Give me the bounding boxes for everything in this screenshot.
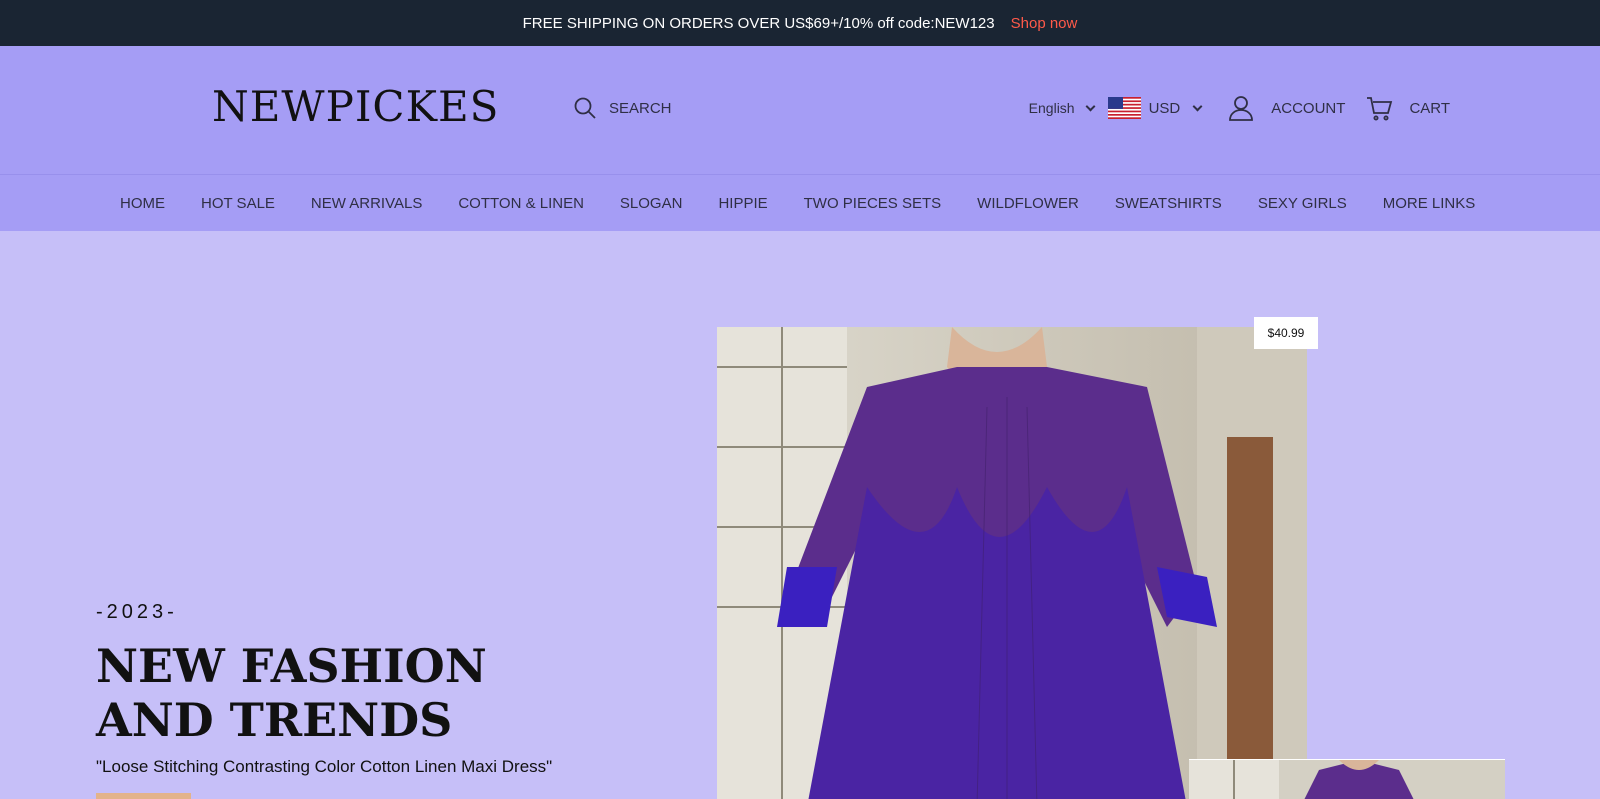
us-flag-icon (1107, 97, 1141, 119)
account-label: ACCOUNT (1271, 99, 1346, 117)
chevron-down-icon (1192, 101, 1203, 111)
header-actions: English USD ACCOUNT CART (1029, 94, 1450, 122)
chevron-down-icon (1085, 101, 1096, 111)
site-logo[interactable]: NEWPICKES (212, 86, 499, 128)
thumbnail-illustration (1189, 760, 1414, 799)
language-label: English (1028, 100, 1075, 116)
announcement-text: FREE SHIPPING ON ORDERS OVER US$69+/10% … (522, 14, 995, 32)
currency-selector[interactable]: USD (1107, 97, 1203, 119)
nav-item-two-pieces-sets[interactable]: TWO PIECES SETS (804, 195, 942, 212)
nav-item-new-arrivals[interactable]: NEW ARRIVALS (311, 195, 422, 212)
product-thumbnail[interactable] (1189, 759, 1505, 799)
shop-now-link[interactable]: Shop now (1011, 15, 1078, 32)
language-selector[interactable]: English (1028, 100, 1096, 116)
hero-year: -2023- (96, 601, 178, 623)
nav-item-hot-sale[interactable]: HOT SALE (201, 195, 275, 212)
nav-item-slogan[interactable]: SLOGAN (620, 195, 683, 212)
currency-label: USD (1148, 99, 1181, 117)
search-icon (574, 97, 596, 119)
nav-item-more-links[interactable]: MORE LINKS (1383, 195, 1476, 212)
nav-item-wildflower[interactable]: WILDFLOWER (977, 195, 1079, 212)
dress-illustration (717, 327, 1307, 799)
cart-icon (1367, 97, 1393, 121)
search-label: SEARCH (609, 99, 672, 117)
hero-subtitle: "Loose Stitching Contrasting Color Cotto… (96, 757, 553, 776)
announcement-bar: FREE SHIPPING ON ORDERS OVER US$69+/10% … (0, 0, 1600, 46)
product-image[interactable] (717, 327, 1307, 799)
nav-item-hippie[interactable]: HIPPIE (718, 195, 767, 212)
nav-item-cotton-linen[interactable]: COTTON & LINEN (458, 195, 584, 212)
nav-item-sweatshirts[interactable]: SWEATSHIRTS (1115, 195, 1222, 212)
cart-link[interactable]: CART (1365, 94, 1450, 122)
search-button[interactable]: SEARCH (573, 96, 672, 120)
cart-label: CART (1409, 99, 1450, 117)
price-badge: $40.99 (1254, 317, 1318, 349)
shop-button[interactable] (96, 793, 191, 799)
user-icon (1229, 96, 1254, 121)
nav-item-sexy-girls[interactable]: SEXY GIRLS (1258, 195, 1347, 212)
account-link[interactable]: ACCOUNT (1227, 94, 1345, 122)
hero-title: NEW FASHION AND TRENDS (96, 639, 487, 747)
nav-item-home[interactable]: HOME (120, 195, 165, 212)
site-header: NEWPICKES SEARCH English USD ACCOUNT CAR… (0, 46, 1600, 174)
main-navigation: HOME HOT SALE NEW ARRIVALS COTTON & LINE… (0, 174, 1600, 231)
